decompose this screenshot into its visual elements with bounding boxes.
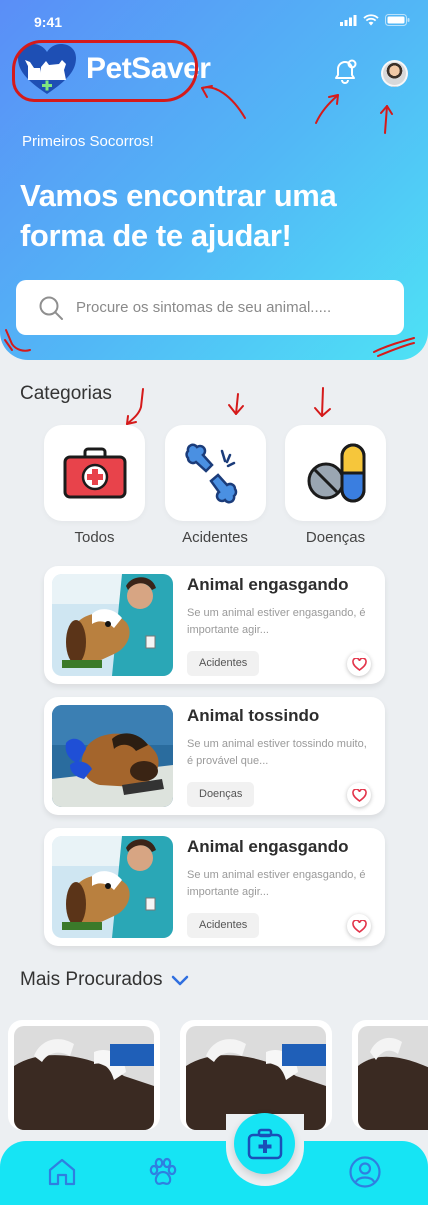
category-label: Acidentes	[182, 529, 248, 546]
category-todos[interactable]: Todos	[44, 425, 145, 546]
article-description: Se um animal estiver engasgando, é impor…	[187, 607, 366, 636]
category-label: Todos	[74, 529, 115, 546]
article-list: Animal engasgando Se um animal estiver e…	[44, 566, 385, 959]
popular-item[interactable]	[352, 1020, 428, 1130]
popular-photo	[358, 1026, 428, 1130]
user-avatar[interactable]	[381, 60, 408, 87]
category-card[interactable]	[44, 425, 145, 521]
article-title: Animal tossindo	[187, 706, 320, 725]
profile-icon	[349, 1156, 381, 1188]
heart-icon	[351, 657, 367, 671]
chevron-down-icon[interactable]	[171, 974, 189, 986]
article-title: Animal engasgando	[187, 575, 349, 594]
search-icon	[39, 296, 63, 320]
popular-carousel[interactable]	[8, 1020, 428, 1130]
categories-title: Categorias	[20, 383, 112, 404]
hero-subtitle: Primeiros Socorros!	[22, 133, 154, 150]
article-title: Animal engasgando	[187, 837, 349, 856]
nav-profile[interactable]	[348, 1155, 382, 1189]
categories-row: Todos Acidentes Doenças	[44, 425, 386, 546]
annotation-logo-circle	[12, 40, 198, 102]
category-card[interactable]	[164, 425, 266, 521]
bell-icon	[335, 59, 357, 84]
favorite-button[interactable]	[347, 783, 371, 807]
article-photo	[52, 836, 173, 938]
article-card[interactable]: Animal tossindo Se um animal estiver tos…	[44, 697, 385, 815]
search-bar[interactable]	[16, 280, 404, 335]
favorite-button[interactable]	[347, 652, 371, 676]
article-tag[interactable]: Doenças	[187, 782, 255, 807]
signal-icon	[340, 14, 357, 26]
status-icons	[340, 14, 410, 26]
category-card[interactable]	[285, 425, 386, 521]
popular-title: Mais Procurados	[20, 969, 163, 990]
first-aid-icon	[247, 1128, 282, 1159]
popular-item[interactable]	[8, 1020, 160, 1130]
nav-pets[interactable]	[146, 1155, 180, 1189]
first-aid-fab[interactable]	[234, 1113, 295, 1174]
status-time: 9:41	[34, 14, 63, 30]
heart-icon	[351, 919, 367, 933]
home-icon	[48, 1158, 76, 1186]
paw-icon	[149, 1157, 177, 1185]
broken-bone-icon	[185, 443, 238, 504]
popular-section-header[interactable]: Mais Procurados	[20, 969, 189, 991]
article-tag[interactable]: Acidentes	[187, 651, 260, 676]
category-label: Doenças	[305, 529, 366, 546]
hero-headline: Vamos encontrar uma forma de te ajudar!	[20, 178, 337, 253]
article-card[interactable]: Animal engasgando Se um animal estiver e…	[44, 828, 385, 946]
heart-icon	[351, 788, 367, 802]
battery-icon	[385, 14, 410, 26]
article-tag[interactable]: Acidentes	[187, 913, 260, 938]
article-photo	[52, 574, 173, 676]
wifi-icon	[363, 14, 379, 26]
category-doencas[interactable]: Doenças	[285, 425, 386, 546]
popular-photo	[14, 1026, 154, 1130]
first-aid-kit-icon	[63, 447, 126, 499]
pill-icon	[307, 443, 365, 503]
status-bar: 9:41	[0, 10, 428, 34]
article-description: Se um animal estiver engasgando, é impor…	[187, 869, 366, 898]
search-input[interactable]	[76, 299, 376, 316]
notifications-button[interactable]	[330, 56, 360, 86]
article-description: Se um animal estiver tossindo muito, é p…	[187, 738, 367, 767]
category-acidentes[interactable]: Acidentes	[164, 425, 266, 546]
nav-home[interactable]	[45, 1155, 79, 1189]
favorite-button[interactable]	[347, 914, 371, 938]
article-card[interactable]: Animal engasgando Se um animal estiver e…	[44, 566, 385, 684]
article-photo	[52, 705, 173, 807]
